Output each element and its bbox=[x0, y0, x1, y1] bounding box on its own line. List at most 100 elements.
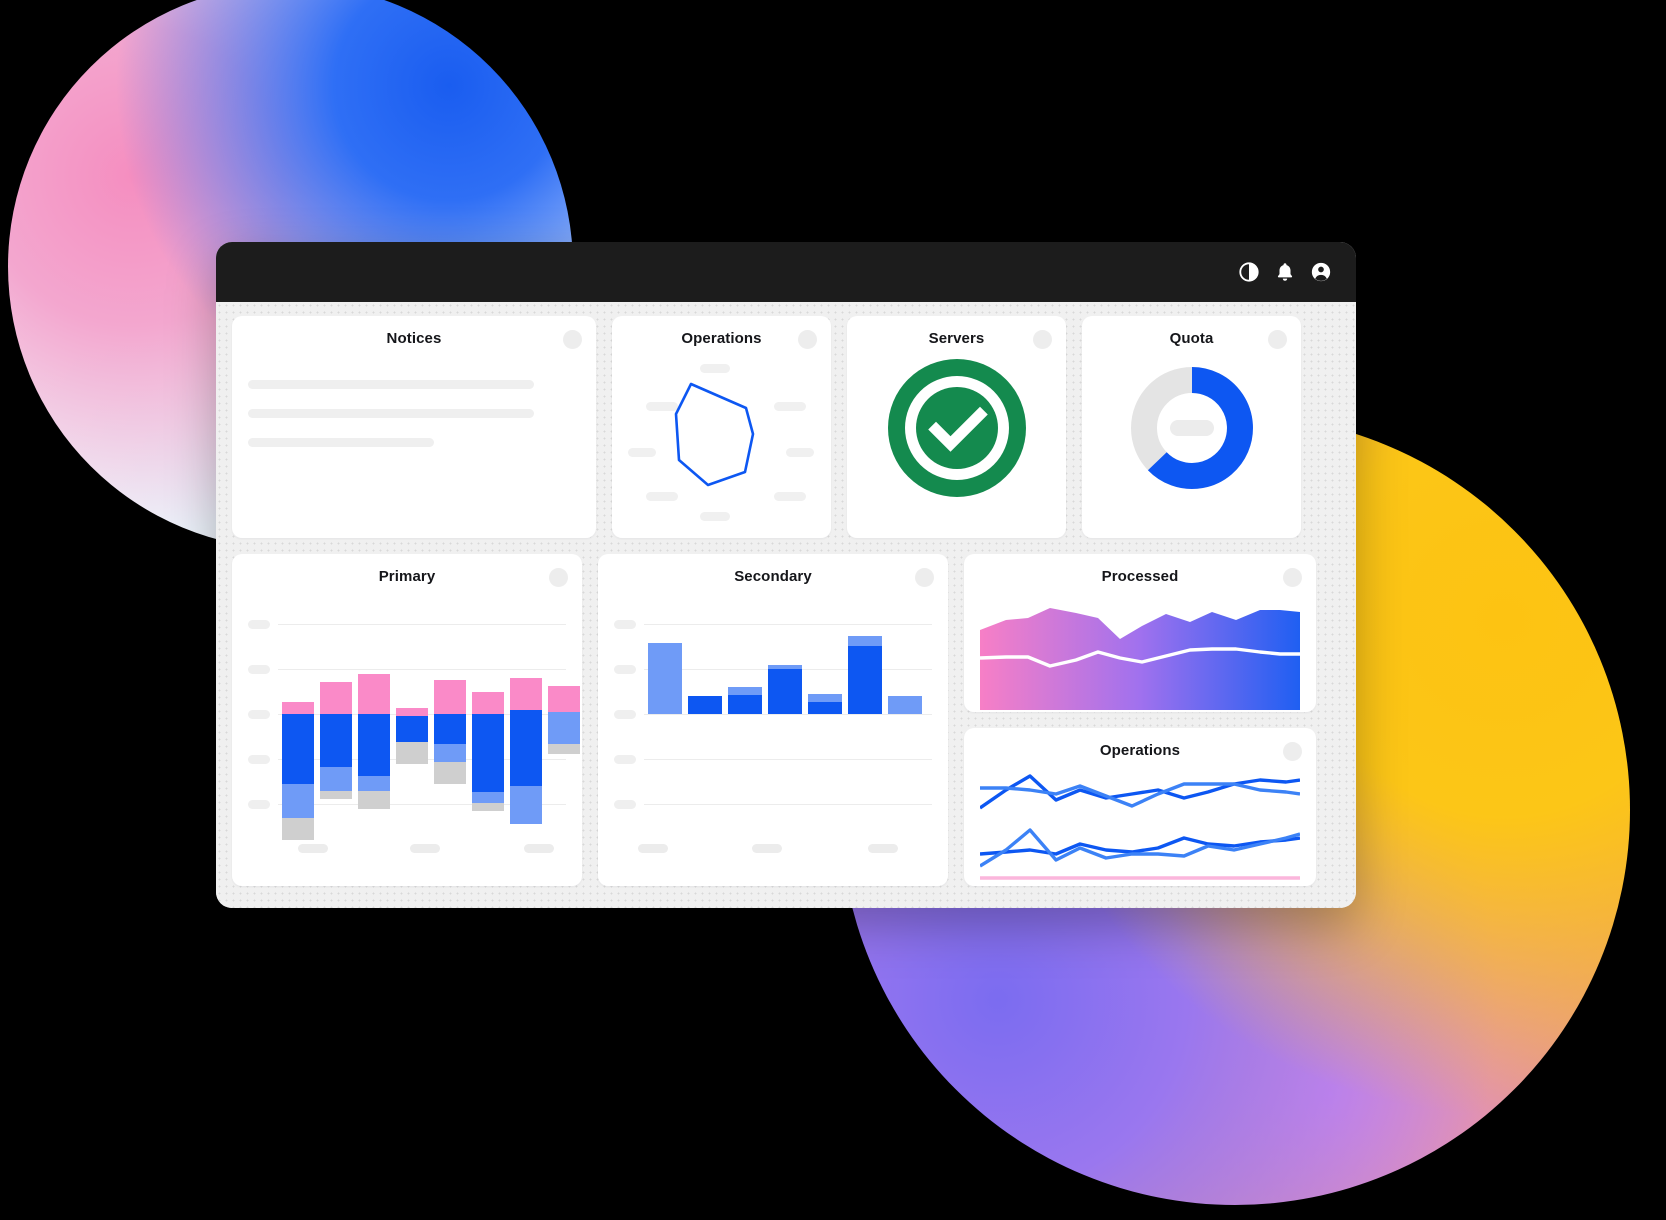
line-series-2 bbox=[980, 782, 1300, 808]
servers-status-wrap bbox=[863, 348, 1050, 508]
bar-segment-blue bbox=[282, 714, 314, 784]
bar-segment-gray bbox=[358, 791, 390, 809]
bar-column[interactable] bbox=[548, 686, 580, 754]
dashboard-row-top: Notices Operations Servers Quota bbox=[232, 316, 1340, 538]
x-axis-tick-skeleton bbox=[638, 844, 668, 853]
bar-column[interactable] bbox=[282, 702, 314, 840]
bar-column[interactable] bbox=[768, 665, 802, 714]
bar-segment-pink bbox=[358, 674, 390, 714]
bar-segment-blue-light bbox=[548, 712, 580, 744]
y-axis-tick-skeleton bbox=[614, 710, 636, 719]
card-quota[interactable]: Quota bbox=[1082, 316, 1301, 538]
card-menu-dot[interactable] bbox=[1268, 330, 1287, 349]
skeleton-line bbox=[248, 438, 434, 447]
bar-segment-gray bbox=[548, 744, 580, 754]
bar-column[interactable] bbox=[888, 696, 922, 714]
x-axis-tick-skeleton bbox=[410, 844, 440, 853]
bar-segment-blue-light bbox=[648, 643, 682, 714]
bar-segment-blue bbox=[688, 696, 722, 714]
bar-column[interactable] bbox=[510, 678, 542, 824]
card-secondary[interactable]: Secondary bbox=[598, 554, 948, 886]
operations-line-chart bbox=[980, 768, 1300, 882]
card-menu-dot[interactable] bbox=[915, 568, 934, 587]
bar-segment-blue-light bbox=[320, 767, 352, 791]
card-menu-dot[interactable] bbox=[1033, 330, 1052, 349]
card-processed[interactable]: Processed bbox=[964, 554, 1316, 712]
bar-segment-blue bbox=[358, 714, 390, 776]
bar-segment-blue bbox=[808, 702, 842, 714]
bar-segment-blue-light bbox=[472, 792, 504, 803]
area-band bbox=[980, 608, 1300, 710]
contrast-theme-icon[interactable] bbox=[1238, 261, 1260, 283]
bar-column[interactable] bbox=[808, 694, 842, 714]
card-operations-radar[interactable]: Operations bbox=[612, 316, 831, 538]
x-axis-tick-skeleton bbox=[752, 844, 782, 853]
secondary-bars bbox=[644, 596, 928, 862]
primary-bar-chart bbox=[248, 596, 580, 862]
titlebar-icon-group bbox=[1238, 261, 1332, 283]
bar-segment-blue-light bbox=[358, 776, 390, 791]
card-title-operations-radar: Operations bbox=[681, 330, 762, 347]
window-titlebar bbox=[216, 242, 1356, 302]
bar-segment-pink bbox=[510, 678, 542, 710]
x-axis-tick-skeleton bbox=[524, 844, 554, 853]
bar-segment-blue bbox=[320, 714, 352, 767]
card-operations-line[interactable]: Operations bbox=[964, 728, 1316, 886]
screenshot-stage: Notices Operations Servers Quota Primary… bbox=[0, 0, 1666, 1220]
bar-segment-gray bbox=[282, 818, 314, 840]
x-axis-tick-skeleton bbox=[298, 844, 328, 853]
bar-segment-pink bbox=[548, 686, 580, 712]
bar-column[interactable] bbox=[472, 692, 504, 811]
x-axis-tick-skeleton bbox=[868, 844, 898, 853]
bar-column[interactable] bbox=[688, 696, 722, 714]
bar-segment-blue-light bbox=[728, 687, 762, 695]
bar-column[interactable] bbox=[320, 682, 352, 799]
card-title-servers: Servers bbox=[928, 330, 985, 347]
card-servers[interactable]: Servers bbox=[847, 316, 1066, 538]
card-menu-dot[interactable] bbox=[563, 330, 582, 349]
card-menu-dot[interactable] bbox=[1283, 742, 1302, 761]
bell-icon[interactable] bbox=[1274, 261, 1296, 283]
skeleton-line bbox=[248, 380, 534, 389]
bar-segment-gray bbox=[472, 803, 504, 811]
bar-segment-pink bbox=[396, 708, 428, 716]
line-series-4 bbox=[980, 828, 1300, 868]
dashboard-row-bottom: Primary Secondary Processed Operations bbox=[232, 554, 1340, 886]
bar-column[interactable] bbox=[396, 708, 428, 764]
skeleton-line bbox=[248, 409, 534, 418]
card-menu-dot[interactable] bbox=[1283, 568, 1302, 587]
bar-column[interactable] bbox=[848, 636, 882, 714]
bar-segment-gray bbox=[320, 791, 352, 799]
app-window: Notices Operations Servers Quota Primary… bbox=[216, 242, 1356, 908]
bar-segment-gray bbox=[396, 742, 428, 764]
card-title-quota: Quota bbox=[1169, 330, 1214, 347]
notices-skeleton-list bbox=[248, 380, 580, 447]
bar-segment-pink bbox=[434, 680, 466, 714]
bar-column[interactable] bbox=[648, 643, 682, 714]
y-axis-tick-skeleton bbox=[248, 755, 270, 764]
bar-segment-blue bbox=[768, 669, 802, 714]
processed-area-chart bbox=[980, 596, 1300, 710]
bar-column[interactable] bbox=[434, 680, 466, 784]
right-column: Processed Operations bbox=[964, 554, 1316, 886]
account-icon[interactable] bbox=[1310, 261, 1332, 283]
bar-segment-blue bbox=[396, 716, 428, 742]
card-notices[interactable]: Notices bbox=[232, 316, 596, 538]
bar-segment-blue-light bbox=[848, 636, 882, 646]
quota-value-skeleton bbox=[1169, 420, 1214, 436]
y-axis-tick-skeleton bbox=[248, 665, 270, 674]
card-menu-dot[interactable] bbox=[549, 568, 568, 587]
card-primary[interactable]: Primary bbox=[232, 554, 582, 886]
dashboard-canvas: Notices Operations Servers Quota Primary… bbox=[216, 302, 1356, 908]
y-axis-tick-skeleton bbox=[614, 800, 636, 809]
radar-polygon bbox=[674, 382, 755, 487]
bar-segment-blue bbox=[472, 714, 504, 792]
bar-column[interactable] bbox=[728, 687, 762, 714]
bar-segment-pink bbox=[282, 702, 314, 714]
bar-column[interactable] bbox=[358, 674, 390, 809]
card-title-primary: Primary bbox=[378, 568, 436, 585]
y-axis-tick-skeleton bbox=[248, 710, 270, 719]
bar-segment-gray bbox=[434, 762, 466, 784]
card-menu-dot[interactable] bbox=[798, 330, 817, 349]
bar-segment-blue-light bbox=[434, 744, 466, 762]
